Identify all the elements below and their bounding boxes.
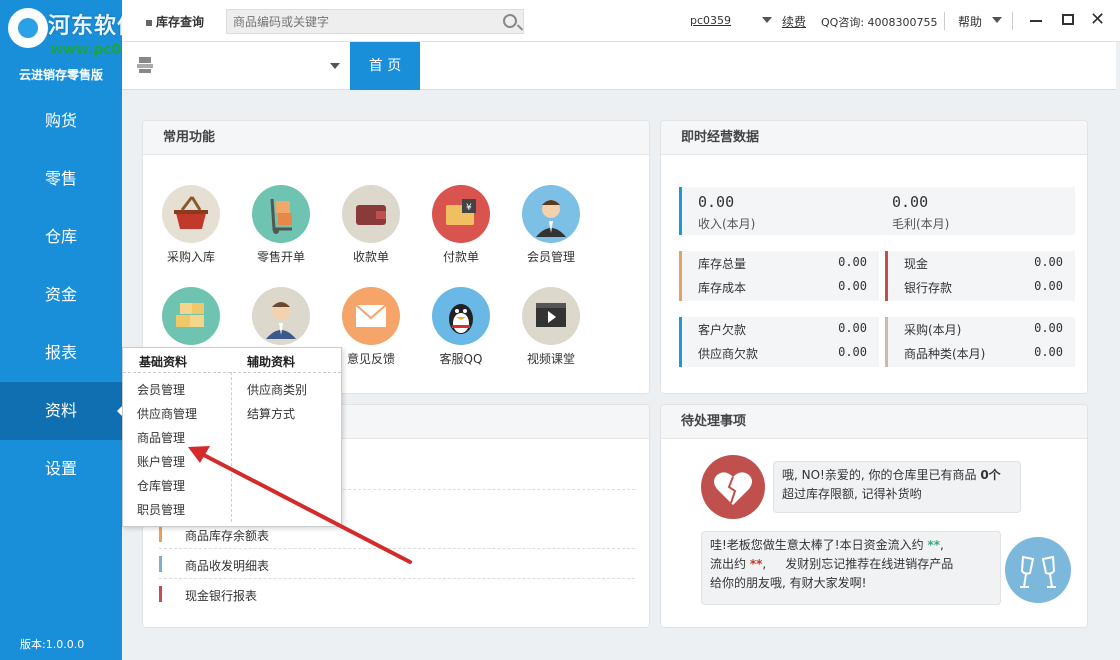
annotation-arrow-icon xyxy=(188,446,412,564)
